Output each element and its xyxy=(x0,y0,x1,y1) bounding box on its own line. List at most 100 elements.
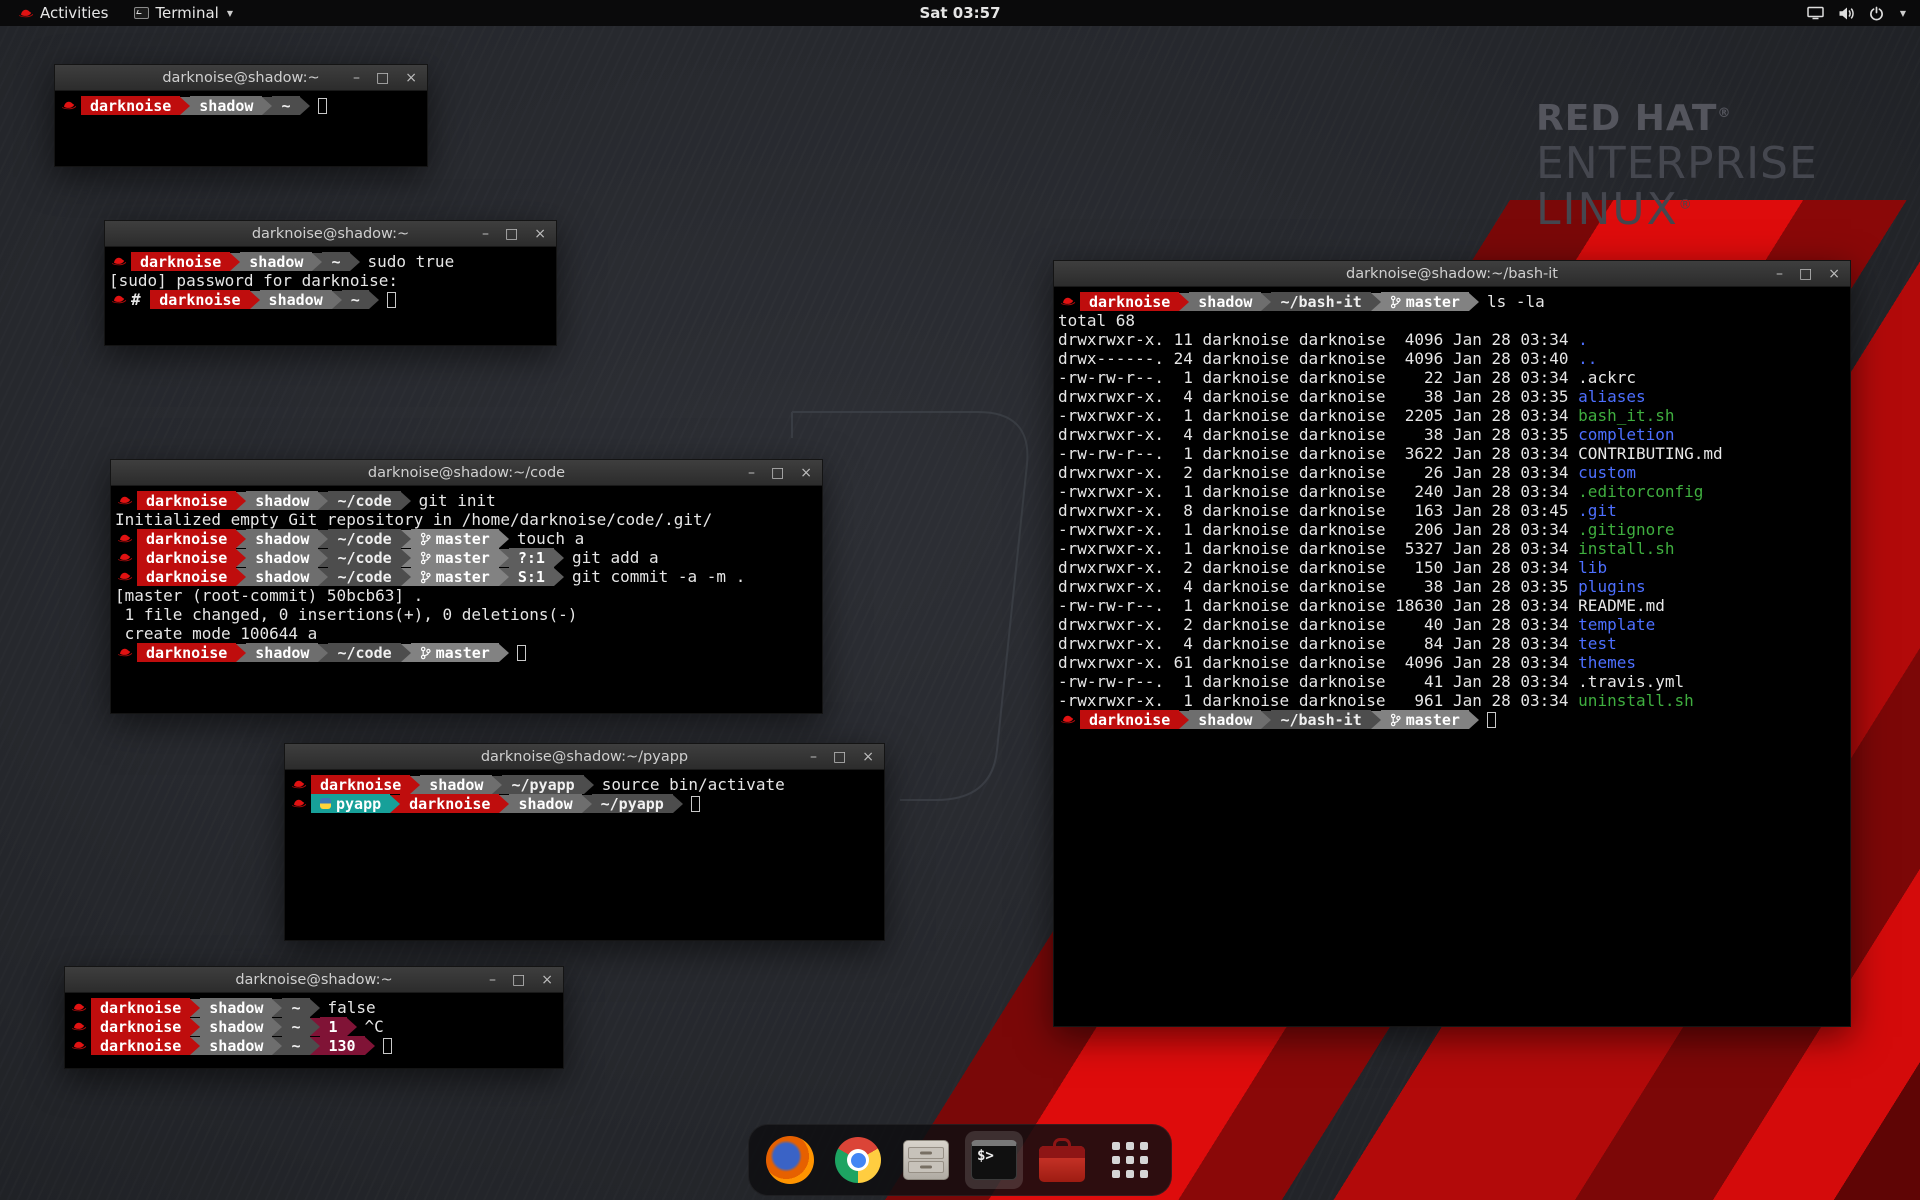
terminal-content[interactable]: darknoiseshadow~/bash-itmasterls -latota… xyxy=(1054,287,1850,1026)
close-button[interactable]: × xyxy=(1828,261,1840,287)
system-status-area[interactable]: ▼ xyxy=(1793,0,1920,26)
redhat-logo-icon xyxy=(18,7,34,20)
powerline-separator xyxy=(190,1018,200,1036)
terminal-window-w3[interactable]: darknoise@shadow:~/code–□×darknoiseshado… xyxy=(110,459,823,714)
window-titlebar[interactable]: darknoise@shadow:~–□× xyxy=(65,967,563,993)
file-name: uninstall.sh xyxy=(1578,691,1694,710)
maximize-button[interactable]: □ xyxy=(833,744,846,770)
powerline-separator xyxy=(250,291,260,309)
window-title: darknoise@shadow:~/bash-it xyxy=(1346,266,1558,282)
prompt-segment-git: master xyxy=(1381,292,1469,311)
window-controls: –□ × xyxy=(482,221,546,247)
minimize-button[interactable]: – xyxy=(748,460,755,486)
terminal-window-w2[interactable]: darknoise@shadow:~–□×darknoiseshadow~sud… xyxy=(104,220,557,346)
powerline-separator xyxy=(1469,711,1479,729)
close-button[interactable]: × xyxy=(862,744,874,770)
terminal-window-w4[interactable]: darknoise@shadow:~/pyapp –□ × darknoiseshad… xyxy=(284,743,885,941)
window-controls: –□ × xyxy=(748,460,812,486)
activities-button[interactable]: Activities xyxy=(8,0,118,26)
maximize-button[interactable]: □ xyxy=(512,967,525,993)
powerline-separator xyxy=(190,1037,200,1055)
prompt-segment-user: darknoise xyxy=(81,96,180,115)
terminal-content[interactable]: darknoiseshadow~ xyxy=(55,91,427,166)
window-title: darknoise@shadow:~/pyapp xyxy=(481,749,688,765)
powerline-separator xyxy=(236,568,246,586)
terminal-line: darknoiseshadow~sudo true xyxy=(109,252,553,271)
terminal-window-w5[interactable]: darknoise@shadow:~–□×darknoiseshadow~fal… xyxy=(64,966,564,1069)
terminal-window-w6[interactable]: darknoise@shadow:~/bash-it–□×darknoisesh… xyxy=(1053,260,1851,1027)
powerline-separator xyxy=(401,530,411,548)
prompt-segment-host: shadow xyxy=(246,548,318,567)
prompt-segment-user: darknoise xyxy=(131,252,230,271)
maximize-button[interactable]: □ xyxy=(1799,261,1812,287)
dock-item-files[interactable] xyxy=(897,1131,955,1189)
minimize-button[interactable]: – xyxy=(353,65,360,91)
terminal-window-w1[interactable]: darknoise@shadow:~–□×darknoiseshadow~ xyxy=(54,64,428,167)
powerline-separator xyxy=(499,568,509,586)
powerline-separator xyxy=(190,999,200,1017)
prompt-segment-git: master xyxy=(411,548,499,567)
file-name: themes xyxy=(1578,653,1636,672)
close-button[interactable]: × xyxy=(534,221,546,247)
window-titlebar[interactable]: darknoise@shadow:~/code–□× xyxy=(111,460,822,486)
redhat-prompt-icon xyxy=(1060,713,1076,726)
dock-item-terminal[interactable]: $> xyxy=(965,1131,1023,1189)
terminal-text: drwxrwxr-x. 4 darknoise darknoise 38 Jan… xyxy=(1058,425,1578,444)
desktop: RED HAT® ENTERPRISE LINUX® darknoise@sha… xyxy=(0,0,1920,1200)
file-name: .editorconfig xyxy=(1578,482,1703,501)
redhat-prompt-icon xyxy=(117,551,133,564)
close-button[interactable]: × xyxy=(405,65,417,91)
dock-item-app-grid[interactable] xyxy=(1101,1131,1159,1189)
file-name: . xyxy=(1578,330,1588,349)
prompt-segment-host: shadow xyxy=(240,252,312,271)
minimize-button[interactable]: – xyxy=(1776,261,1783,287)
window-titlebar[interactable]: darknoise@shadow:~/pyapp –□ × xyxy=(285,744,884,770)
close-button[interactable]: × xyxy=(541,967,553,993)
powerline-separator xyxy=(272,1018,282,1036)
terminal-line: -rwxrwxr-x. 1 darknoise darknoise 206 Ja… xyxy=(1058,520,1847,539)
window-titlebar[interactable]: darknoise@shadow:~/bash-it –□ × xyxy=(1054,261,1850,287)
terminal-line: drwxrwxr-x. 4 darknoise darknoise 84 Jan… xyxy=(1058,634,1847,653)
terminal-line: darknoiseshadow~/codemaster?:1git add a xyxy=(115,548,819,567)
chrome-icon xyxy=(835,1137,881,1183)
redhat-prompt-icon xyxy=(291,778,307,791)
powerline-separator xyxy=(401,644,411,662)
clock[interactable]: Sat 03:57 xyxy=(0,4,1920,22)
window-controls: –□ × xyxy=(810,744,874,770)
terminal-line: darknoiseshadow~/bash-itmasterls -la xyxy=(1058,292,1847,311)
maximize-button[interactable]: □ xyxy=(771,460,784,486)
terminal-line: darknoiseshadow~/pyappsource bin/activat… xyxy=(289,775,881,794)
terminal-text: create mode 100644 a xyxy=(115,624,317,643)
powerline-separator xyxy=(673,795,683,813)
terminal-line: darknoiseshadow~1^C xyxy=(69,1017,560,1036)
powerline-separator xyxy=(499,530,509,548)
terminal-text: -rw-rw-r--. 1 darknoise darknoise 18630 … xyxy=(1058,596,1578,615)
terminal-content[interactable]: darknoiseshadow~falsedarknoiseshadow~1^C… xyxy=(65,993,563,1068)
terminal-content[interactable]: darknoiseshadow~/pyappsource bin/activat… xyxy=(285,770,884,940)
git-branch-icon xyxy=(420,532,431,546)
terminal-text: drwx------. 24 darknoise darknoise 4096 … xyxy=(1058,349,1578,368)
minimize-button[interactable]: – xyxy=(482,221,489,247)
prompt-segment-user: darknoise xyxy=(137,491,236,510)
terminal-content[interactable]: darknoiseshadow~/codegit initInitialized… xyxy=(111,486,822,713)
window-titlebar[interactable]: darknoise@shadow:~–□× xyxy=(105,221,556,247)
close-button[interactable]: × xyxy=(800,460,812,486)
maximize-button[interactable]: □ xyxy=(376,65,389,91)
maximize-button[interactable]: □ xyxy=(505,221,518,247)
powerline-separator xyxy=(584,776,594,794)
dock-item-chrome[interactable] xyxy=(829,1131,887,1189)
powerline-separator xyxy=(272,1037,282,1055)
top-bar: Activities Terminal ▼ Sat 03:57 ▼ xyxy=(0,0,1920,26)
terminal-text: Initialized empty Git repository in /hom… xyxy=(115,510,712,529)
terminal-text: -rw-rw-r--. 1 darknoise darknoise 22 Jan… xyxy=(1058,368,1578,387)
powerline-separator xyxy=(582,795,592,813)
app-menu-terminal[interactable]: Terminal ▼ xyxy=(124,0,243,26)
terminal-content[interactable]: darknoiseshadow~sudo true[sudo] password… xyxy=(105,247,556,345)
app-grid-icon xyxy=(1112,1142,1148,1178)
dock-item-toolbox[interactable] xyxy=(1033,1131,1091,1189)
minimize-button[interactable]: – xyxy=(489,967,496,993)
window-titlebar[interactable]: darknoise@shadow:~–□× xyxy=(55,65,427,91)
powerline-separator xyxy=(347,1018,357,1036)
dock-item-firefox[interactable] xyxy=(761,1131,819,1189)
minimize-button[interactable]: – xyxy=(810,744,817,770)
